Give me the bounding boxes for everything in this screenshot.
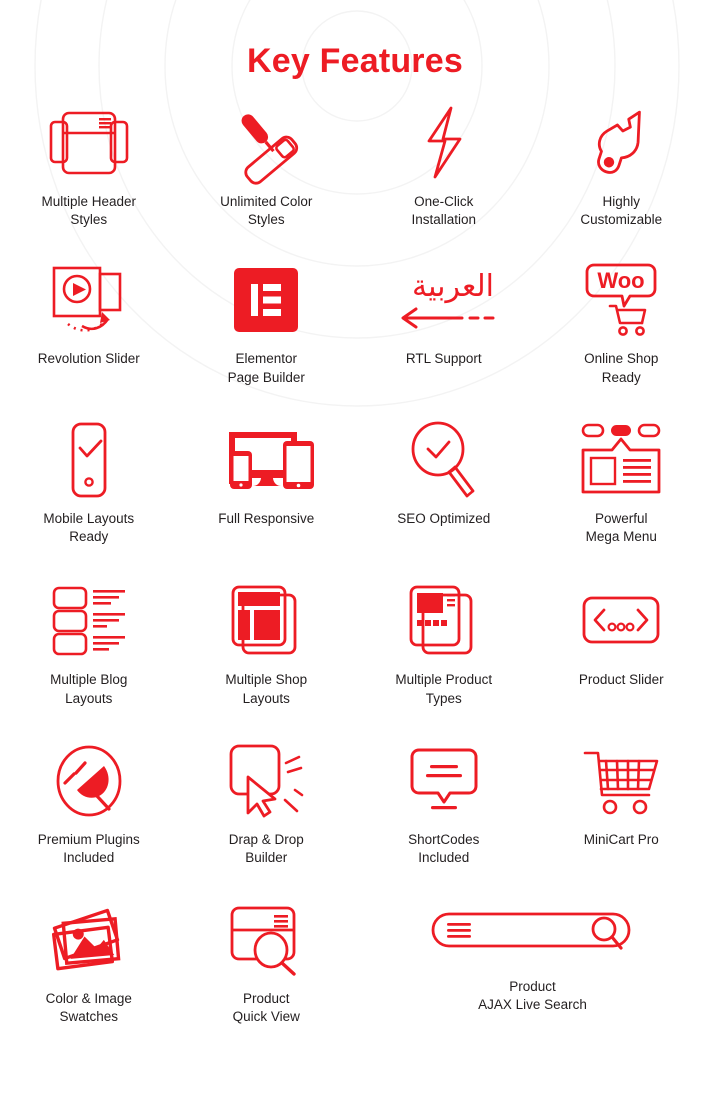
feature-label: Multiple Blog Layouts bbox=[50, 672, 128, 706]
feature-row: Premium Plugins Included Drap & Drop Bui… bbox=[0, 740, 710, 867]
feature-label: One-Click Installation bbox=[411, 194, 477, 228]
feature-label: Full Responsive bbox=[218, 510, 315, 526]
feature-rtl-support[interactable]: العربية RTL Support bbox=[355, 259, 533, 368]
rtl-arabic-arrow-icon: العربية bbox=[355, 259, 533, 341]
page-title: Key Features bbox=[247, 42, 463, 80]
feature-multiple-shop-layouts[interactable]: Multiple Shop Layouts bbox=[178, 580, 356, 707]
feature-minicart-pro[interactable]: MiniCart Pro bbox=[533, 740, 710, 849]
feature-label: Powerful Mega Menu bbox=[585, 510, 657, 545]
feature-label: Multiple Shop Layouts bbox=[225, 672, 308, 706]
feature-product-ajax-live-search[interactable]: Product AJAX Live Search bbox=[355, 899, 710, 1014]
feature-product-slider[interactable]: Product Slider bbox=[533, 580, 710, 689]
drag-drop-cursor-icon bbox=[178, 740, 356, 822]
product-pages-icon bbox=[355, 580, 533, 662]
feature-label: Unlimited Color Styles bbox=[220, 194, 313, 228]
video-slider-icon bbox=[0, 259, 178, 341]
feature-label: Premium Plugins Included bbox=[37, 831, 140, 865]
feature-highly-customizable[interactable]: Highly Customizable bbox=[533, 102, 710, 229]
speech-bubble-lines-icon bbox=[355, 740, 533, 822]
feature-elementor-page-builder[interactable]: Elementor Page Builder bbox=[178, 259, 356, 386]
blog-list-icon bbox=[0, 580, 178, 662]
feature-row: Color & Image Swatches Product Quick Vie… bbox=[0, 899, 710, 1026]
shop-pages-icon bbox=[178, 580, 356, 662]
wrench-icon bbox=[533, 102, 710, 184]
feature-drap-drop-builder[interactable]: Drap & Drop Builder bbox=[178, 740, 356, 867]
feature-label: RTL Support bbox=[405, 351, 482, 367]
feature-label: Color & Image Swatches bbox=[45, 991, 132, 1025]
feature-row: Multiple Blog Layouts Multiple Shop Layo… bbox=[0, 580, 710, 707]
feature-row: Mobile Layouts Ready Full Responsive SEO… bbox=[0, 419, 710, 546]
feature-multiple-blog-layouts[interactable]: Multiple Blog Layouts bbox=[0, 580, 178, 707]
key-features-page: Key Features Multiple Header Styles Unli… bbox=[0, 0, 710, 1110]
feature-multiple-product-types[interactable]: Multiple Product Types bbox=[355, 580, 533, 707]
feature-label: Online Shop Ready bbox=[584, 351, 659, 385]
carousel-arrows-icon bbox=[533, 580, 710, 662]
mobile-check-icon bbox=[0, 419, 178, 501]
feature-one-click-installation[interactable]: One-Click Installation bbox=[355, 102, 533, 229]
feature-mobile-layouts-ready[interactable]: Mobile Layouts Ready bbox=[0, 419, 178, 546]
mega-menu-icon bbox=[533, 419, 710, 501]
feature-multiple-header-styles[interactable]: Multiple Header Styles bbox=[0, 102, 178, 229]
feature-online-shop-ready[interactable]: Woo Online Shop Ready bbox=[533, 259, 710, 386]
plug-circle-icon bbox=[0, 740, 178, 822]
svg-text:العربية: العربية bbox=[412, 269, 494, 304]
feature-revolution-slider[interactable]: Revolution Slider bbox=[0, 259, 178, 368]
feature-label: Multiple Header Styles bbox=[41, 194, 137, 228]
feature-row: Revolution Slider Elementor Page Builder bbox=[0, 259, 710, 386]
lightning-bolt-icon bbox=[355, 102, 533, 184]
paint-roller-icon bbox=[178, 102, 356, 185]
search-bar-icon bbox=[355, 899, 710, 969]
feature-label: Multiple Product Types bbox=[395, 672, 493, 706]
feature-label: ShortCodes Included bbox=[408, 831, 480, 865]
feature-premium-plugins-included[interactable]: Premium Plugins Included bbox=[0, 740, 178, 867]
elementor-icon bbox=[178, 259, 356, 341]
feature-full-responsive[interactable]: Full Responsive bbox=[178, 419, 356, 528]
quick-view-magnifier-icon bbox=[178, 899, 356, 981]
feature-label: Drap & Drop Builder bbox=[228, 831, 304, 865]
feature-product-quick-view[interactable]: Product Quick View bbox=[178, 899, 356, 1026]
feature-label: Mobile Layouts Ready bbox=[43, 510, 135, 545]
magnifier-check-icon bbox=[355, 419, 533, 501]
feature-color-image-swatches[interactable]: Color & Image Swatches bbox=[0, 899, 178, 1026]
feature-powerful-mega-menu[interactable]: Powerful Mega Menu bbox=[533, 419, 710, 546]
shopping-cart-icon bbox=[533, 740, 710, 822]
feature-seo-optimized[interactable]: SEO Optimized bbox=[355, 419, 533, 528]
feature-label: Product Quick View bbox=[232, 991, 300, 1025]
feature-label: Product Slider bbox=[578, 672, 664, 688]
feature-label: Highly Customizable bbox=[580, 194, 663, 228]
feature-row: Multiple Header Styles Unlimited Color S… bbox=[0, 102, 710, 229]
feature-label: Product AJAX Live Search bbox=[478, 979, 587, 1013]
feature-label: MiniCart Pro bbox=[583, 831, 659, 847]
feature-label: Revolution Slider bbox=[37, 351, 140, 367]
photo-stack-icon bbox=[0, 899, 178, 981]
header-layout-icon bbox=[0, 102, 178, 184]
svg-text:Woo: Woo bbox=[598, 268, 645, 293]
feature-label: SEO Optimized bbox=[397, 510, 491, 526]
feature-shortcodes-included[interactable]: ShortCodes Included bbox=[355, 740, 533, 867]
features-grid: Multiple Header Styles Unlimited Color S… bbox=[0, 102, 710, 1027]
woocommerce-cart-icon: Woo bbox=[533, 259, 710, 341]
feature-label: Elementor Page Builder bbox=[227, 351, 305, 385]
multi-device-icon bbox=[178, 419, 356, 501]
feature-unlimited-color-styles[interactable]: Unlimited Color Styles bbox=[178, 102, 356, 229]
